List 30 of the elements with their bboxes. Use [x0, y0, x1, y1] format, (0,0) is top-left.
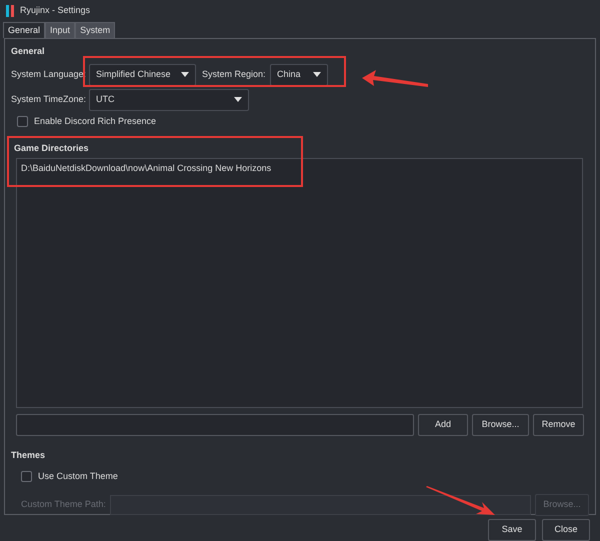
section-heading: Themes [11, 448, 46, 462]
arrow-drawing [362, 70, 430, 88]
button[interactable]: Save [488, 519, 536, 541]
checkbox-label: Use Custom Theme [38, 470, 118, 483]
tab[interactable]: System [75, 22, 116, 38]
language-dropdown[interactable]: Simplified Chinese [89, 64, 196, 86]
checkbox-label: Enable Discord Rich Presence [34, 114, 156, 128]
caret-icon [234, 97, 242, 102]
tab[interactable]: General [3, 22, 46, 38]
app-logo-icon [6, 5, 14, 17]
directory-path-field[interactable] [16, 414, 414, 436]
region-dropdown[interactable]: China [270, 64, 328, 86]
button[interactable]: Browse... [472, 414, 529, 436]
button[interactable]: Add [418, 414, 468, 436]
button[interactable]: Close [542, 519, 590, 541]
directory-item[interactable]: D:\BaiduNetdiskDownload\now\Animal Crossing New Horizons [21, 162, 578, 176]
checkbox[interactable] [17, 116, 28, 127]
arrow-drawing [426, 486, 496, 516]
caret-icon [181, 72, 189, 77]
window-title: Ryujinx - Settings [20, 4, 90, 18]
field-label: System Region: [202, 68, 267, 81]
button[interactable]: Remove [533, 414, 584, 436]
section-heading: General [11, 45, 46, 58]
field-label: Custom Theme Path: [21, 498, 106, 511]
section-heading: Game Directories [14, 142, 90, 155]
field-label: System TimeZone: [11, 92, 87, 106]
timezone-dropdown[interactable]: UTC [89, 88, 249, 110]
caret-icon [313, 72, 321, 77]
checkbox[interactable] [21, 471, 32, 482]
tab[interactable]: Input [45, 22, 76, 38]
